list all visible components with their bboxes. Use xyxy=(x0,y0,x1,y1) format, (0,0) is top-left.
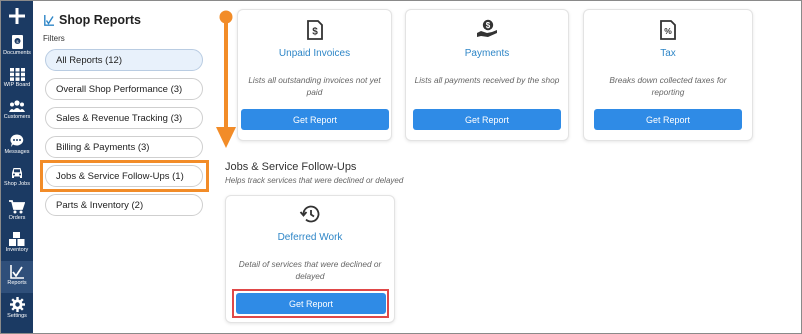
dollar-document-icon: $ xyxy=(306,20,324,40)
panel-title-text: Shop Reports xyxy=(59,13,141,27)
filter-label: Sales & Revenue Tracking (3) xyxy=(56,112,183,124)
nav-label: Documents xyxy=(3,50,31,56)
svg-text:%: % xyxy=(664,26,672,36)
filter-label: Overall Shop Performance (3) xyxy=(56,83,183,95)
arrow-down-icon xyxy=(216,10,236,148)
card-title[interactable]: Deferred Work xyxy=(226,232,394,243)
nav-item-reports[interactable]: Reports xyxy=(1,261,33,293)
filter-label: Parts & Inventory (2) xyxy=(56,199,144,211)
card-title[interactable]: Unpaid Invoices xyxy=(238,48,391,59)
nav-item-customers[interactable]: Customers xyxy=(1,100,33,120)
hand-dollar-icon: $ xyxy=(476,19,498,39)
plus-icon xyxy=(9,8,25,24)
nav-label: Inventory xyxy=(5,247,29,253)
get-report-button[interactable]: Get Report xyxy=(241,109,389,130)
nav-label: Orders xyxy=(8,215,26,221)
card-description: Detail of services that were declined or… xyxy=(238,259,382,281)
boxes-icon xyxy=(9,232,25,246)
nav-label: Shop Jobs xyxy=(4,181,30,187)
svg-text:$: $ xyxy=(312,27,318,38)
side-nav: $ Documents WIP Board Customers Messages… xyxy=(1,1,33,333)
report-card-tax[interactable]: % Tax Breaks down collected taxes for re… xyxy=(583,9,753,141)
filter-all-reports[interactable]: All Reports (12) xyxy=(45,49,203,71)
chart-icon xyxy=(10,265,24,279)
car-icon xyxy=(12,168,22,178)
filter-sales-revenue[interactable]: Sales & Revenue Tracking (3) xyxy=(45,107,203,129)
history-icon xyxy=(299,204,321,224)
card-description: Lists all outstanding invoices not yet p… xyxy=(248,75,381,97)
nav-label: Customers xyxy=(3,114,31,120)
grid-icon xyxy=(9,68,25,81)
filters-label: Filters xyxy=(43,34,65,43)
report-card-unpaid-invoices[interactable]: $ Unpaid Invoices Lists all outstanding … xyxy=(237,9,392,141)
chat-icon xyxy=(10,134,24,147)
filter-parts-inventory[interactable]: Parts & Inventory (2) xyxy=(45,194,203,216)
people-icon xyxy=(9,100,25,112)
nav-item-shop-jobs[interactable]: Shop Jobs xyxy=(1,166,33,187)
highlight-box xyxy=(40,160,209,192)
nav-label: WIP Board xyxy=(3,82,31,88)
nav-item-messages[interactable]: Messages xyxy=(1,134,33,155)
panel-title: Shop Reports xyxy=(44,13,141,27)
get-report-button[interactable]: Get Report xyxy=(413,109,561,130)
nav-item-documents[interactable]: $ Documents xyxy=(1,35,33,56)
nav-item-inventory[interactable]: Inventory xyxy=(1,232,33,253)
nav-label: Reports xyxy=(7,280,27,286)
document-icon: $ xyxy=(11,35,23,49)
add-button[interactable] xyxy=(1,3,33,29)
filter-label: Billing & Payments (3) xyxy=(56,141,150,153)
gear-icon xyxy=(9,297,25,312)
button-highlight-box xyxy=(232,289,389,318)
nav-label: Settings xyxy=(7,313,27,319)
card-title[interactable]: Tax xyxy=(584,48,752,59)
filter-label: All Reports (12) xyxy=(56,54,122,66)
cart-icon xyxy=(9,200,25,214)
nav-item-orders[interactable]: Orders xyxy=(1,200,33,221)
nav-item-settings[interactable]: Settings xyxy=(1,297,33,319)
card-title[interactable]: Payments xyxy=(406,48,568,59)
card-description: Lists all payments received by the shop xyxy=(414,75,560,85)
get-report-button[interactable]: Get Report xyxy=(594,109,742,130)
percent-document-icon: % xyxy=(659,20,677,40)
nav-label: Messages xyxy=(4,149,30,155)
nav-item-wip-board[interactable]: WIP Board xyxy=(1,68,33,88)
svg-text:$: $ xyxy=(486,21,491,30)
section-subtitle: Helps track services that were declined … xyxy=(225,176,404,185)
chart-icon xyxy=(44,14,54,26)
filter-overall-shop-performance[interactable]: Overall Shop Performance (3) xyxy=(45,78,203,100)
report-card-payments[interactable]: $ Payments Lists all payments received b… xyxy=(405,9,569,141)
filter-billing-payments[interactable]: Billing & Payments (3) xyxy=(45,136,203,158)
app-window: $ Documents WIP Board Customers Messages… xyxy=(0,0,802,334)
section-title: Jobs & Service Follow-Ups xyxy=(225,161,357,173)
card-description: Breaks down collected taxes for reportin… xyxy=(609,75,727,97)
